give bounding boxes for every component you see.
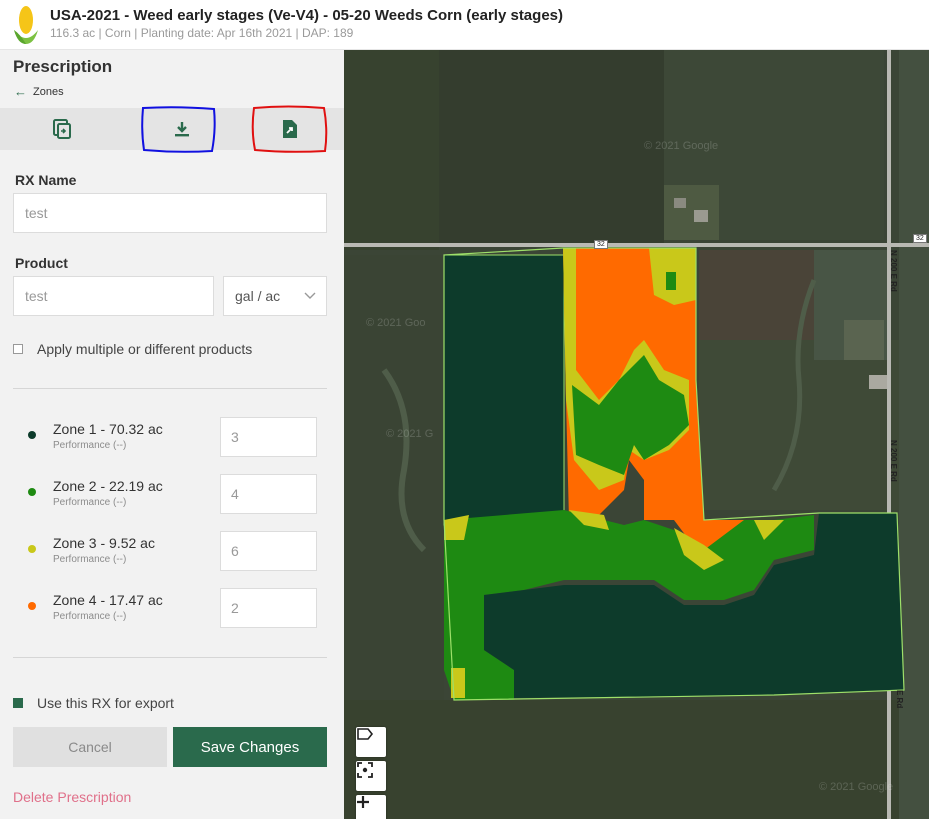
- annotation-red-outline: [251, 105, 328, 153]
- zoom-in-button[interactable]: [356, 795, 386, 819]
- zone-color-dot: [28, 545, 36, 553]
- back-link-label: Zones: [33, 85, 64, 98]
- use-export-label: Use this RX for export: [37, 695, 174, 711]
- zone-rate-input[interactable]: 3: [220, 417, 317, 457]
- back-to-zones-link[interactable]: ← Zones: [14, 84, 64, 99]
- use-export-checkbox-row[interactable]: Use this RX for export: [13, 695, 174, 711]
- map-watermark: © 2021 Google: [644, 140, 719, 152]
- zone-color-dot: [28, 488, 36, 496]
- app-header: USA-2021 - Weed early stages (Ve-V4) - 0…: [0, 0, 929, 50]
- zone-rate-input[interactable]: 4: [220, 474, 317, 514]
- zone-row: Zone 3 - 9.52 ac Performance (--) 6: [28, 531, 328, 571]
- page-title: USA-2021 - Weed early stages (Ve-V4) - 0…: [50, 7, 563, 24]
- divider: [13, 657, 327, 658]
- zone-color-dot: [28, 602, 36, 610]
- zone-name: Zone 3 - 9.52 ac: [53, 535, 155, 551]
- prescription-toolbar: [0, 105, 344, 153]
- unit-select[interactable]: gal / ac: [223, 276, 327, 316]
- zone-name: Zone 2 - 22.19 ac: [53, 478, 163, 494]
- product-label: Product: [15, 255, 68, 271]
- zone-row: Zone 2 - 22.19 ac Performance (--) 4: [28, 474, 328, 514]
- satellite-map[interactable]: 32 32 N 200 E Rd N 200 E Rd E Rd © 2021 …: [344, 50, 929, 819]
- cancel-button[interactable]: Cancel: [13, 727, 167, 767]
- road-label: N 200 E Rd: [889, 250, 898, 292]
- zone-performance: Performance (--): [53, 554, 127, 565]
- multi-product-checkbox[interactable]: [13, 344, 23, 354]
- focus-icon: [357, 762, 373, 778]
- map-watermark: © 2021 G: [386, 428, 434, 440]
- multi-product-label: Apply multiple or different products: [37, 341, 253, 357]
- road-badge: 32: [913, 234, 927, 243]
- field-info: 116.3 ac | Corn | Planting date: Apr 16t…: [50, 26, 354, 40]
- chevron-down-icon: [304, 292, 316, 299]
- plus-icon: [357, 796, 369, 808]
- zone-name: Zone 4 - 17.47 ac: [53, 592, 163, 608]
- zone-performance: Performance (--): [53, 611, 127, 622]
- unit-select-value: gal / ac: [235, 288, 281, 304]
- zone-rate-input[interactable]: 2: [220, 588, 317, 628]
- product-input[interactable]: test: [13, 276, 214, 316]
- road-label: N 200 E Rd: [889, 440, 898, 482]
- arrow-left-icon: ←: [14, 84, 27, 99]
- zone-performance: Performance (--): [53, 440, 127, 451]
- label-toggle-button[interactable]: [356, 727, 386, 757]
- rx-name-label: RX Name: [15, 172, 77, 188]
- zone-color-dot: [28, 431, 36, 439]
- zone-name: Zone 1 - 70.32 ac: [53, 421, 163, 437]
- zone-row: Zone 1 - 70.32 ac Performance (--) 3: [28, 417, 328, 457]
- divider: [13, 388, 327, 389]
- zone-row: Zone 4 - 17.47 ac Performance (--) 2: [28, 588, 328, 628]
- panel-title: Prescription: [13, 57, 113, 76]
- use-export-checkbox[interactable]: [13, 698, 23, 708]
- road-badge: 32: [594, 240, 608, 249]
- multi-product-checkbox-row[interactable]: Apply multiple or different products: [13, 341, 252, 357]
- prescription-panel: Prescription ← Zones RX Name test Produc…: [0, 50, 344, 819]
- rx-name-input[interactable]: test: [13, 193, 327, 233]
- map-watermark: © 2021 Goo: [366, 317, 426, 329]
- zone-rate-input[interactable]: 6: [220, 531, 317, 571]
- annotation-blue-outline: [141, 106, 216, 153]
- zone-performance: Performance (--): [53, 497, 127, 508]
- duplicate-button[interactable]: [25, 108, 99, 150]
- delete-prescription-link[interactable]: Delete Prescription: [13, 789, 131, 805]
- duplicate-icon: [53, 119, 71, 139]
- tag-icon: [357, 728, 374, 740]
- save-changes-button[interactable]: Save Changes: [173, 727, 327, 767]
- road-label: E Rd: [895, 690, 904, 709]
- recenter-button[interactable]: [356, 761, 386, 791]
- corn-logo-icon: [14, 6, 38, 44]
- map-watermark: © 2021 Google: [819, 781, 894, 793]
